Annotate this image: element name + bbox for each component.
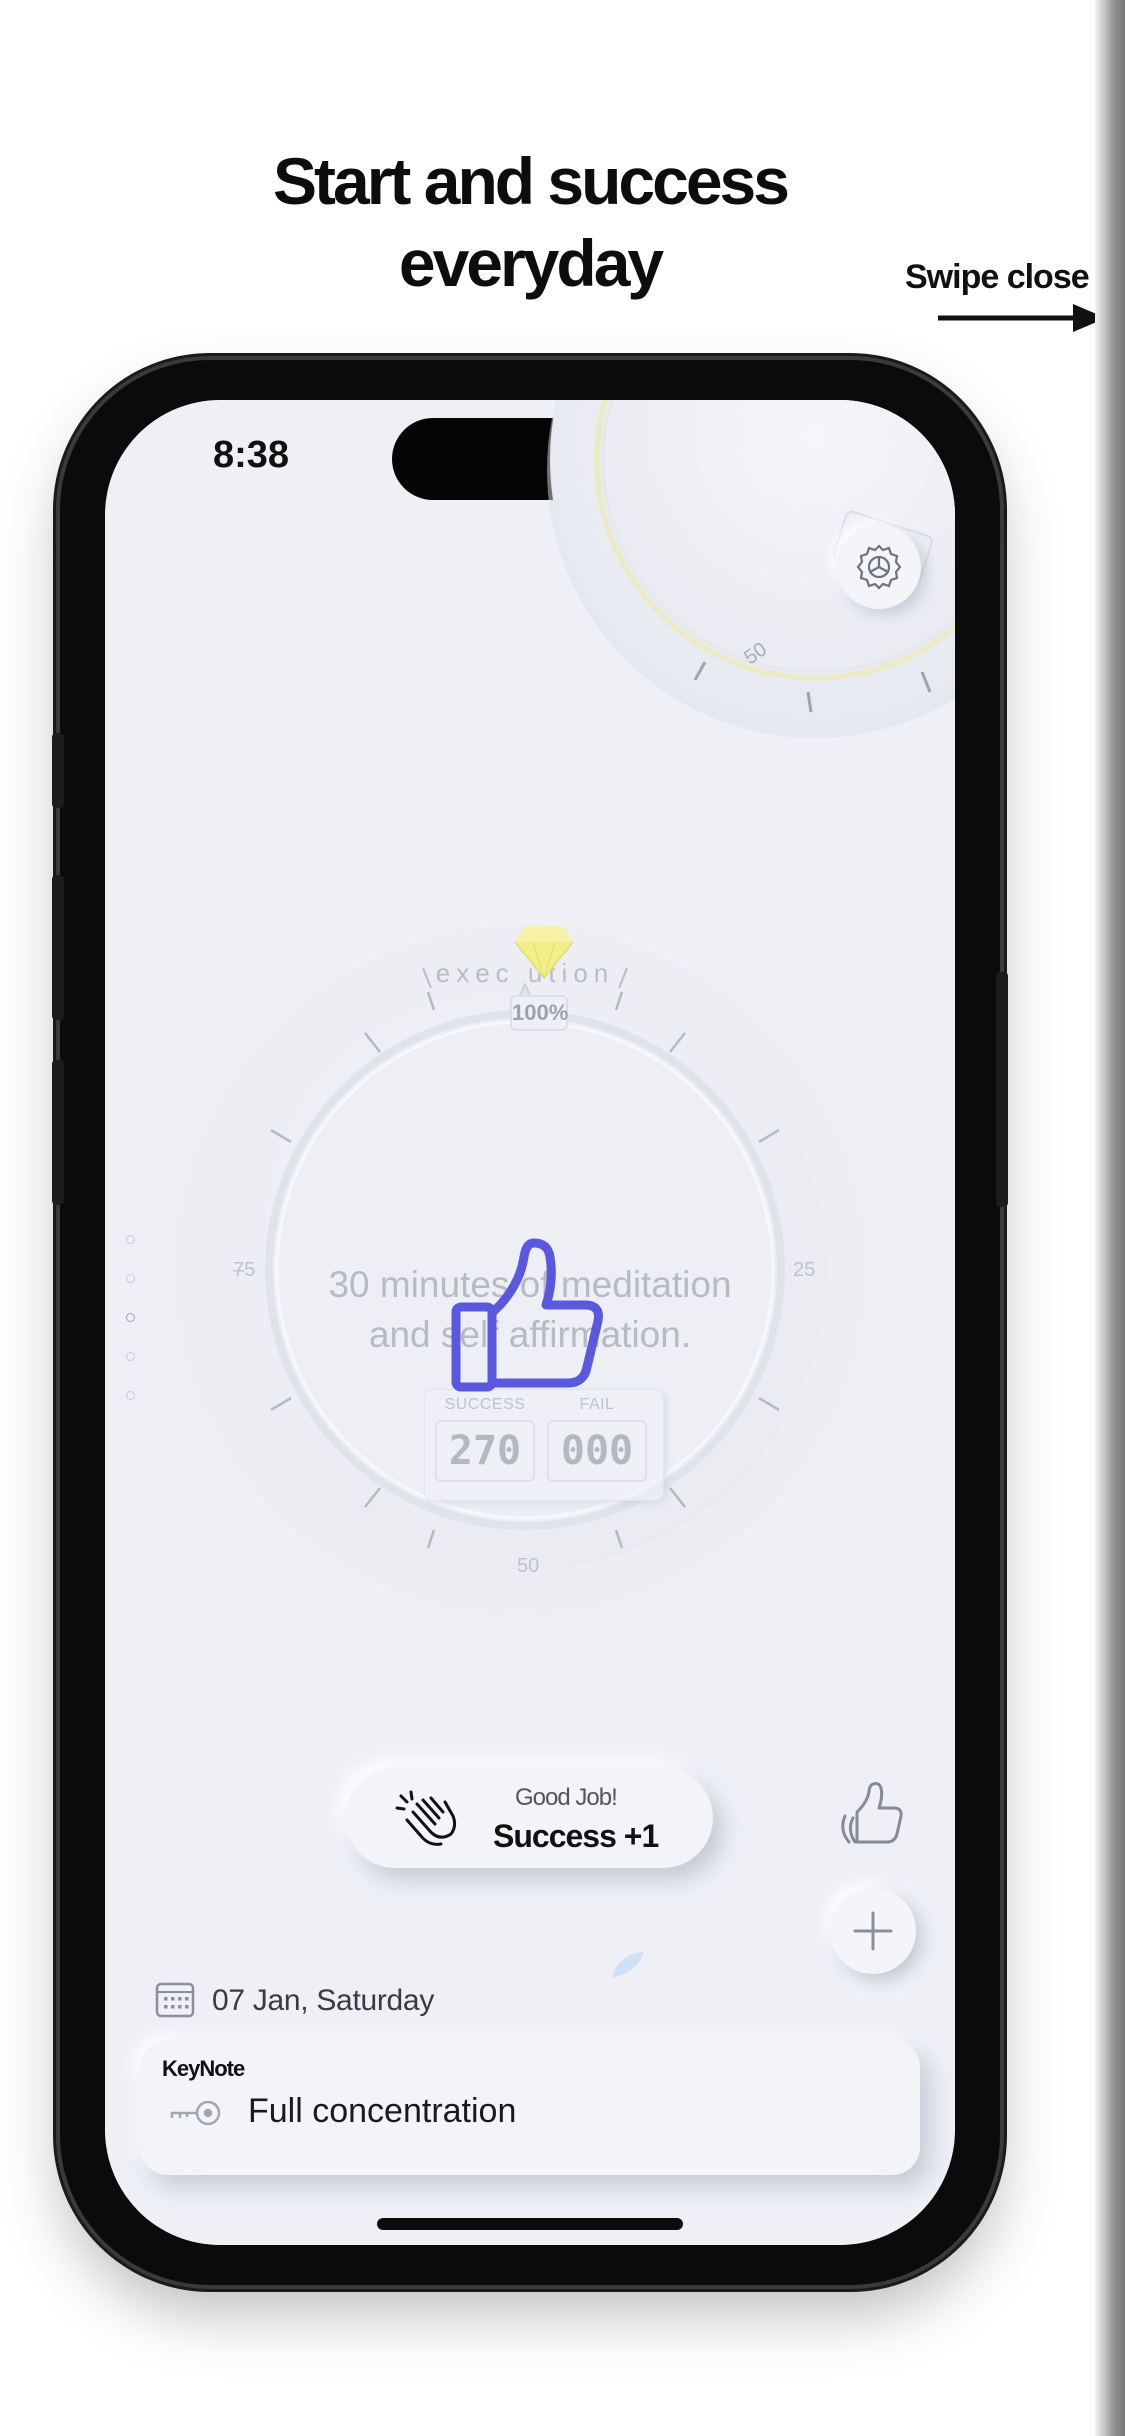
headline-line-1: Start and success — [273, 144, 790, 218]
promo-headline: Start and success everyday — [190, 140, 870, 304]
toast-title: Success +1 — [493, 1818, 659, 1854]
thumbs-up-icon[interactable] — [450, 1235, 610, 1395]
thumbs-up-icon[interactable] — [835, 1780, 905, 1850]
app-screen: 8:38 50 75 – 25 50 exec ution 100% 30 mi… — [105, 400, 955, 2245]
percent-badge: 100% — [510, 995, 568, 1031]
fail-count: 000 — [547, 1420, 647, 1482]
dial-tick-left-dash: – — [233, 1259, 245, 1281]
fail-counter: FAIL 000 — [547, 1396, 647, 1482]
keynote-label: KeyNote — [162, 2056, 245, 2081]
side-button-volume-down — [52, 1060, 64, 1205]
settings-button[interactable] — [837, 525, 921, 609]
success-toast[interactable]: Good Job! Success +1 — [345, 1768, 713, 1868]
dial-tick-bottom: 50 — [517, 1555, 539, 1577]
leaf-decoration — [612, 1952, 644, 1978]
keynote-text: Full concentration — [248, 2092, 517, 2130]
status-time: 8:38 — [213, 434, 290, 476]
calendar-icon — [155, 1982, 195, 2018]
success-count: 270 — [435, 1420, 535, 1482]
swipe-hint-label: Swipe close — [905, 258, 1090, 296]
home-indicator[interactable] — [377, 2218, 683, 2230]
key-icon — [170, 2100, 221, 2126]
clapping-hands-icon — [395, 1790, 457, 1846]
edge-shadow — [1095, 0, 1125, 2436]
success-counter: SUCCESS 270 — [435, 1396, 535, 1482]
arrow-right-icon — [938, 304, 1106, 332]
dial-tick-right: 25 — [793, 1259, 815, 1281]
side-button-silent — [52, 733, 64, 808]
add-button[interactable] — [830, 1888, 916, 1974]
side-button-power — [996, 972, 1008, 1207]
keynote-card[interactable]: KeyNote Full concentration — [140, 2040, 920, 2175]
headline-line-2: everyday — [398, 226, 664, 300]
side-button-volume-up — [52, 875, 64, 1020]
counter-panel: SUCCESS 270 FAIL 000 — [425, 1390, 663, 1500]
plus-icon — [853, 1911, 893, 1951]
success-label: SUCCESS — [444, 1396, 526, 1413]
fail-label: FAIL — [579, 1396, 615, 1413]
gear-icon — [856, 544, 902, 590]
date-text: 07 Jan, Saturday — [212, 1984, 435, 2017]
toast-subtitle: Good Job! — [515, 1784, 618, 1811]
diamond-icon — [514, 926, 574, 980]
